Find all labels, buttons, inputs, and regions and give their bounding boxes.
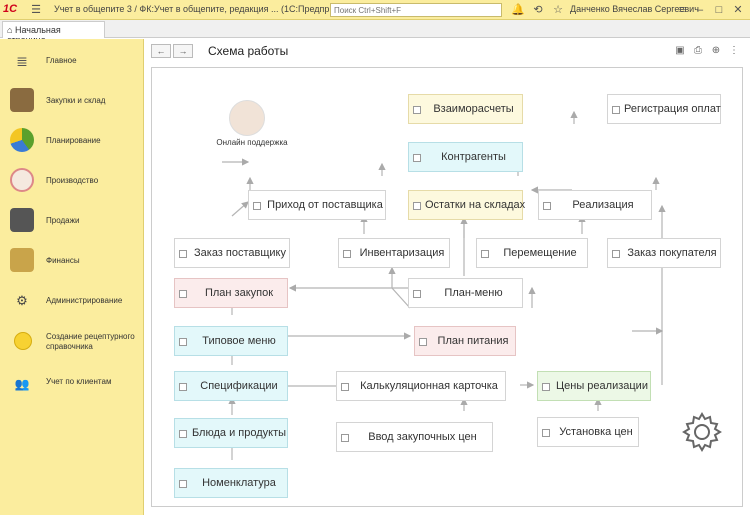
app-logo: 1С	[3, 3, 18, 15]
node-tipovoe-menu[interactable]: Типовое меню	[174, 326, 288, 356]
sidebar-item-label: Создание рецептурного справочника	[46, 332, 135, 351]
sidebar-item-clients[interactable]: 👥 Учет по клиентам	[0, 369, 144, 399]
document-icon	[612, 106, 620, 114]
document-icon	[179, 250, 187, 258]
node-realizaciya[interactable]: Реализация	[538, 190, 652, 220]
forward-button[interactable]: →	[173, 44, 193, 58]
node-peremeshenie[interactable]: Перемещение	[476, 238, 588, 268]
document-icon	[542, 429, 550, 437]
zoom-icon[interactable]: ⊕	[709, 44, 723, 58]
sidebar-item-label: Главное	[46, 56, 77, 65]
print-icon[interactable]: ⎙	[691, 44, 705, 58]
table-icon	[179, 430, 187, 438]
document-icon	[341, 434, 349, 442]
table-icon	[179, 480, 187, 488]
node-kontragenty[interactable]: Контрагенты	[408, 142, 523, 172]
more-icon[interactable]: ⋮	[727, 44, 741, 58]
node-blyuda[interactable]: Блюда и продукты	[174, 418, 288, 448]
circle-icon	[14, 332, 32, 350]
coins-icon	[10, 248, 34, 272]
sidebar-item-main[interactable]: ≣ Главное	[0, 46, 144, 76]
people-icon: 👥	[14, 377, 30, 391]
work-scheme: Онлайн поддержка Взаиморасчеты Регистрац…	[151, 67, 743, 507]
minimize-icon[interactable]: –	[692, 2, 708, 18]
tab-bar: ⌂ Начальная страница	[0, 20, 750, 45]
support-label[interactable]: Онлайн поддержка	[202, 138, 302, 147]
sidebar-item-label: Закупки и склад	[46, 96, 106, 105]
node-specifikacii[interactable]: Спецификации	[174, 371, 288, 401]
history-icon[interactable]: ⟲	[530, 2, 546, 18]
back-button[interactable]: ←	[151, 44, 171, 58]
content-area: ← → Схема работы ▣ ⎙ ⊕ ⋮ Онлайн поддержк…	[145, 39, 750, 515]
document-icon	[341, 383, 349, 391]
sidebar-item-production[interactable]: Производство	[0, 166, 144, 196]
list-icon: ≣	[16, 53, 28, 69]
node-vvod-cen[interactable]: Ввод закупочных цен	[336, 422, 493, 452]
close-icon[interactable]: ✕	[730, 2, 746, 18]
tab-home[interactable]: ⌂ Начальная страница	[2, 21, 105, 45]
sidebar-item-label: Администрирование	[46, 296, 123, 305]
menu-icon[interactable]: ☰	[28, 2, 44, 18]
table-icon	[179, 383, 187, 391]
bell-icon[interactable]: 🔔	[510, 2, 526, 18]
document-icon	[481, 250, 489, 258]
edit-document-icon	[179, 290, 187, 298]
table-icon	[413, 154, 421, 162]
pie-chart-icon	[10, 128, 34, 152]
document-icon	[543, 202, 551, 210]
sidebar-item-label: Финансы	[46, 256, 80, 265]
document-icon	[413, 290, 421, 298]
table-icon	[542, 383, 550, 391]
sidebar-item-purchases[interactable]: Закупки и склад	[0, 86, 144, 116]
sidebar-item-planning[interactable]: Планирование	[0, 126, 144, 156]
node-plan-pitaniya[interactable]: План питания	[414, 326, 516, 356]
save-icon[interactable]: ▣	[673, 44, 687, 58]
document-icon	[343, 250, 351, 258]
page-title: Схема работы	[208, 44, 289, 58]
node-ceny-realizacii[interactable]: Цены реализации	[537, 371, 651, 401]
sidebar-item-recipe[interactable]: Создание рецептурного справочника	[0, 326, 144, 362]
document-icon	[612, 250, 620, 258]
node-prihod[interactable]: Приход от поставщика	[248, 190, 386, 220]
sidebar-item-admin[interactable]: ⚙ Администрирование	[0, 286, 144, 316]
node-kalkulyacionnaya[interactable]: Калькуляционная карточка	[336, 371, 506, 401]
settings-menu-icon[interactable]: ≡	[674, 2, 690, 18]
cash-register-icon	[10, 208, 34, 232]
sidebar-item-sales[interactable]: Продажи	[0, 206, 144, 236]
report-icon	[413, 202, 421, 210]
sidebar-item-label: Продажи	[46, 216, 80, 225]
gear-icon: ⚙	[16, 293, 28, 308]
node-nomenklatura[interactable]: Номенклатура	[174, 468, 288, 498]
home-icon: ⌂	[7, 25, 13, 35]
document-icon	[253, 202, 261, 210]
edit-document-icon	[419, 338, 427, 346]
node-ostatki[interactable]: Остатки на складах	[408, 190, 525, 220]
maximize-icon[interactable]: □	[711, 2, 727, 18]
sidebar: ≣ Главное Закупки и склад Планирование П…	[0, 39, 144, 515]
node-vzaimoraschety[interactable]: Взаиморасчеты	[408, 94, 523, 124]
node-inventarizaciya[interactable]: Инвентаризация	[338, 238, 450, 268]
sidebar-item-label: Производство	[46, 176, 99, 185]
node-zakaz-postavshiku[interactable]: Заказ поставщику	[174, 238, 290, 268]
star-icon[interactable]: ☆	[550, 2, 566, 18]
node-zakaz-pokupatelya[interactable]: Заказ покупателя	[607, 238, 721, 268]
sidebar-item-finance[interactable]: Финансы	[0, 246, 144, 276]
table-icon	[179, 338, 187, 346]
sidebar-item-label: Учет по клиентам	[46, 377, 112, 386]
window-title: Учет в общепите 3 / ФК:Учет в общепите, …	[54, 4, 357, 14]
node-registraciya[interactable]: Регистрация оплат	[607, 94, 721, 124]
node-plan-zakupok[interactable]: План закупок	[174, 278, 288, 308]
title-bar: 1С ☰ Учет в общепите 3 / ФК:Учет в общеп…	[0, 0, 750, 20]
chef-icon	[10, 168, 34, 192]
sidebar-item-label: Планирование	[46, 136, 101, 145]
warehouse-icon	[10, 88, 34, 112]
node-ustanovka-cen[interactable]: Установка цен	[537, 417, 639, 447]
search-input[interactable]	[330, 3, 502, 17]
document-icon	[413, 106, 421, 114]
support-avatar[interactable]	[229, 100, 265, 136]
settings-gear-icon[interactable]	[680, 410, 724, 454]
node-plan-menu[interactable]: План-меню	[408, 278, 523, 308]
